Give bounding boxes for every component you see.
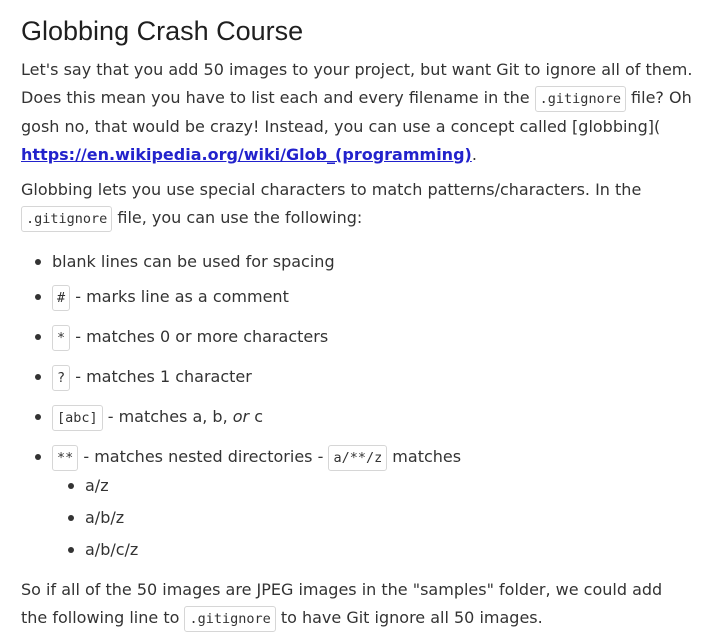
list-item: # - marks line as a comment <box>35 283 289 312</box>
globbing-text: file, you can use the following: <box>112 208 363 227</box>
inline-code: * <box>52 325 71 351</box>
list-item-text: - matches 0 or more characters <box>70 327 329 346</box>
list-item-text: - marks line as a comment <box>70 287 289 306</box>
list-item-text: - matches nested directories - <box>78 447 329 466</box>
list-item-text: - matches a, b, <box>102 407 233 426</box>
list-item: ? - matches 1 character <box>35 363 252 392</box>
intro-paragraph: Let's say that you add 50 images to your… <box>21 56 693 169</box>
list-item-text: blank lines can be used for spacing <box>52 252 335 271</box>
sub-list-item: a/b/z <box>67 504 124 532</box>
list-item: blank lines can be used for spacing <box>35 248 335 276</box>
list-item-text: - matches 1 character <box>70 367 252 386</box>
globbing-link[interactable]: https://en.wikipedia.org/wiki/Glob_(prog… <box>21 145 472 164</box>
inline-code: .gitignore <box>184 606 276 632</box>
inline-code: ? <box>52 365 71 391</box>
sub-list-item: a/b/c/z <box>67 536 138 564</box>
list-item: * - matches 0 or more characters <box>34 323 329 352</box>
inline-code: a/**/z <box>328 445 388 471</box>
inline-code: ** <box>52 445 79 471</box>
list-item: [abc] - matches a, b, or c <box>34 403 264 432</box>
globbing-text: Globbing lets you use special characters… <box>21 180 642 199</box>
inline-code: # <box>52 285 71 311</box>
list-item-text: c <box>249 407 264 426</box>
inline-code: .gitignore <box>534 86 626 112</box>
list-item: ** - matches nested directories - a/**/z… <box>34 443 462 472</box>
globbing-paragraph: Globbing lets you use special characters… <box>21 176 693 233</box>
emphasis-text: or <box>232 407 250 426</box>
intro-text: . <box>471 145 477 164</box>
closing-text: to have Git ignore all 50 images. <box>275 608 543 627</box>
sub-list-item: a/z <box>68 472 109 500</box>
inline-code: .gitignore <box>21 206 113 232</box>
page-title: Globbing Crash Course <box>21 16 304 46</box>
list-item-text: matches <box>387 447 462 466</box>
inline-code: [abc] <box>52 405 103 431</box>
closing-paragraph: So if all of the 50 images are JPEG imag… <box>21 576 693 633</box>
